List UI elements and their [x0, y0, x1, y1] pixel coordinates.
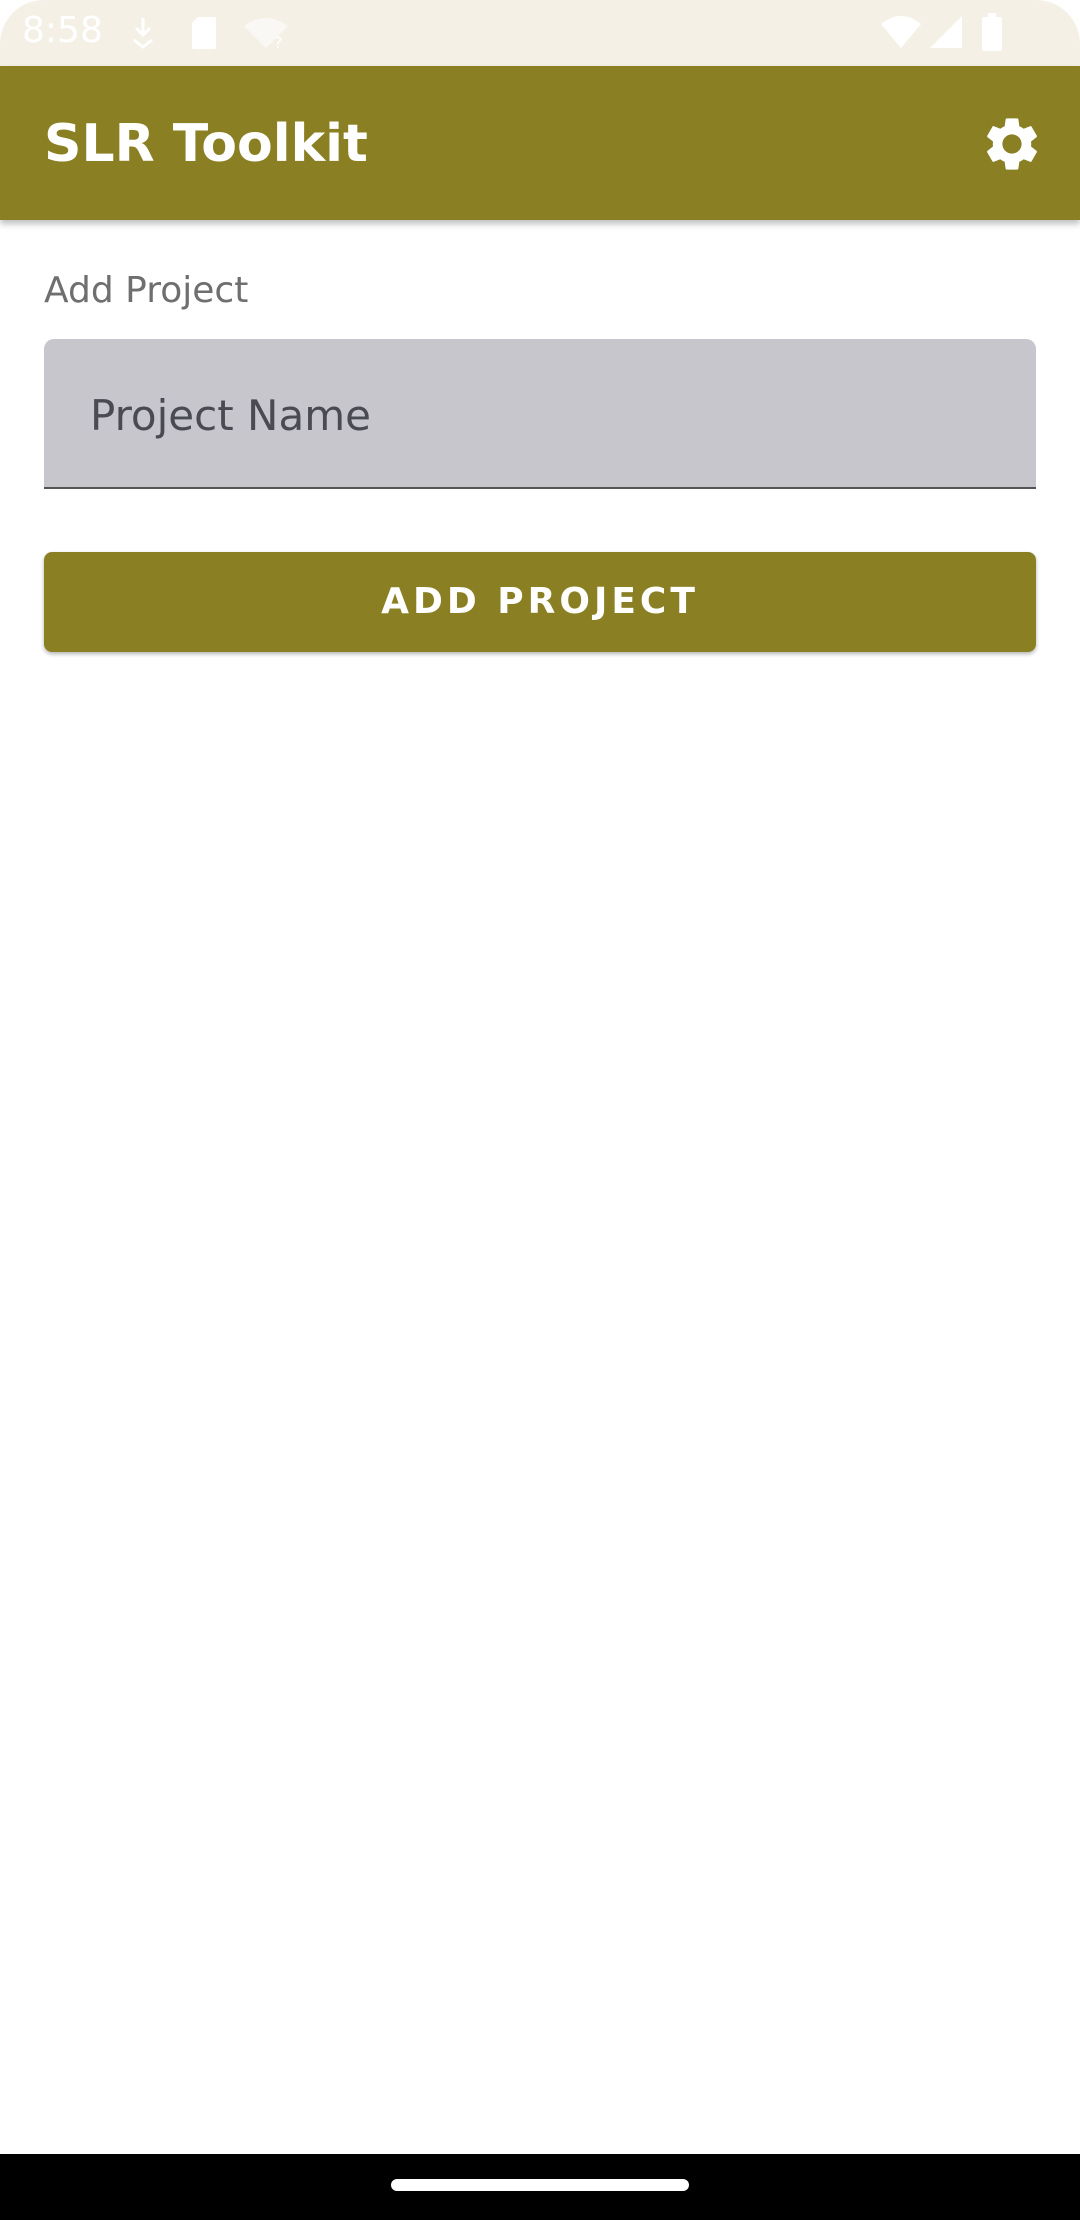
navigation-bar — [0, 2154, 1080, 2220]
app-title: SLR Toolkit — [44, 114, 368, 174]
signal-icon — [930, 16, 962, 48]
add-project-label: Add Project — [44, 270, 249, 311]
project-name-field[interactable] — [44, 339, 1036, 489]
sd-card-icon — [192, 17, 216, 49]
app-bar: SLR Toolkit — [0, 66, 1080, 220]
status-bar: 8:58 ? — [0, 0, 1080, 66]
status-time: 8:58 — [22, 10, 103, 51]
battery-icon — [982, 13, 1002, 51]
home-indicator[interactable] — [391, 2179, 689, 2191]
download-icon — [133, 18, 153, 49]
svg-text:?: ? — [274, 33, 283, 50]
wifi-unknown-icon: ? — [244, 18, 288, 50]
settings-button[interactable] — [980, 112, 1044, 176]
project-name-input[interactable] — [88, 379, 992, 451]
wifi-icon — [881, 16, 921, 48]
add-project-button[interactable]: ADD PROJECT — [44, 552, 1036, 652]
gear-icon — [987, 118, 1037, 170]
